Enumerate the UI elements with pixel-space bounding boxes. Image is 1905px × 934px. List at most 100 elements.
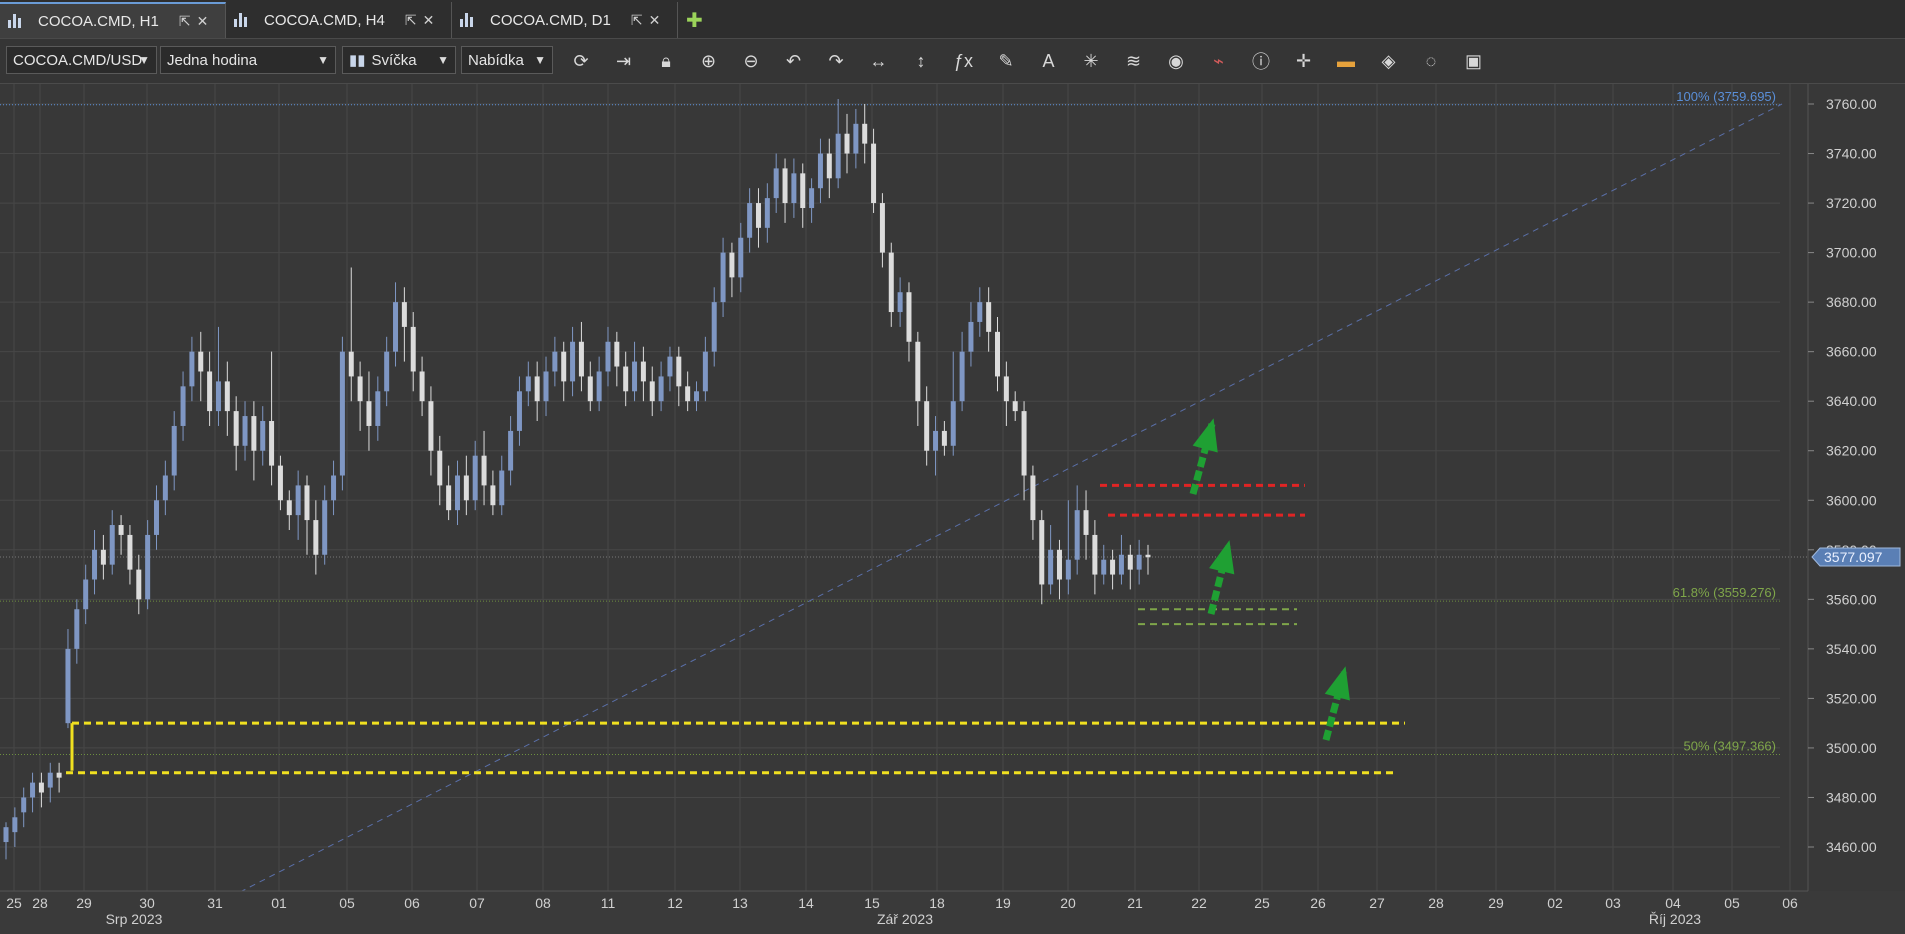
price-side-select[interactable]: Nabídka ▼ xyxy=(461,46,553,74)
info-icon[interactable]: ⓘ xyxy=(1248,48,1274,74)
candle-body xyxy=(490,485,496,506)
chart-type-select[interactable]: ▮▮ Svíčka ▼ xyxy=(342,46,456,74)
text-icon[interactable]: A xyxy=(1036,48,1062,74)
price-tick-label: 3480.00 xyxy=(1826,789,1877,805)
pattern-icon[interactable]: ✳ xyxy=(1078,48,1104,74)
date-tick-label: 06 xyxy=(404,895,420,911)
zoom-out-icon[interactable]: ⊖ xyxy=(738,48,764,74)
candle-body xyxy=(632,361,638,392)
undo-icon[interactable]: ↶ xyxy=(781,48,807,74)
candle-body xyxy=(304,485,310,521)
vertical-scale-icon[interactable]: ↕ xyxy=(908,48,934,74)
close-icon[interactable]: ✕ xyxy=(197,13,209,30)
paint-bucket-icon[interactable]: ◈ xyxy=(1376,48,1402,74)
candle-body xyxy=(189,351,195,387)
candle-body xyxy=(313,520,319,555)
candle-body xyxy=(251,416,257,451)
price-tick-label: 3600.00 xyxy=(1826,492,1877,508)
save-icon[interactable]: ▣ xyxy=(1461,48,1487,74)
candle-body xyxy=(127,534,133,570)
close-icon[interactable]: ✕ xyxy=(649,12,661,29)
candle-body xyxy=(915,341,921,402)
popout-icon[interactable]: ⇱ xyxy=(405,12,417,29)
price-tick-label: 3540.00 xyxy=(1826,641,1877,657)
lock-icon[interactable]: 🔒︎ xyxy=(653,48,679,74)
date-tick-label: 29 xyxy=(1488,895,1504,911)
candle-body xyxy=(1048,549,1054,585)
tab-h1[interactable]: COCOA.CMD, H1 ⇱ ✕ xyxy=(0,2,226,38)
candle-body xyxy=(384,351,390,392)
add-chart-icon[interactable]: ✚ xyxy=(686,8,703,33)
date-tick-label: 06 xyxy=(1782,895,1798,911)
price-tick-label: 3620.00 xyxy=(1826,443,1877,459)
date-tick-label: 19 xyxy=(995,895,1011,911)
month-label: Říj 2023 xyxy=(1649,911,1701,927)
candle-body xyxy=(738,237,744,278)
price-tick-label: 3460.00 xyxy=(1826,839,1877,855)
date-tick-label: 13 xyxy=(732,895,748,911)
candle-body xyxy=(862,123,868,144)
redo-icon[interactable]: ↷ xyxy=(823,48,849,74)
period-select[interactable]: Jedna hodina ▼ xyxy=(160,46,336,74)
price-chart[interactable]: 3760.00 3740.00 3720.00 3700.00 3680.00 3660.… xyxy=(0,84,1905,929)
candle-body xyxy=(667,356,673,377)
chart-type-value: Svíčka xyxy=(371,51,417,69)
candle-body xyxy=(446,485,452,511)
price-tick-label: 3700.00 xyxy=(1826,245,1877,261)
close-icon[interactable]: ✕ xyxy=(423,12,435,29)
candle-body xyxy=(1092,534,1098,575)
tab-h4[interactable]: COCOA.CMD, H4 ⇱ ✕ xyxy=(226,2,452,38)
indicator-fx-icon[interactable]: ƒx xyxy=(951,48,977,74)
candle-body xyxy=(605,341,611,372)
plot-background xyxy=(0,84,1808,891)
candle-body xyxy=(499,470,505,506)
popout-icon[interactable]: ⇱ xyxy=(179,13,191,30)
candle-body xyxy=(941,430,947,446)
candle-body xyxy=(640,361,646,382)
candle-body xyxy=(809,188,815,209)
zoom-in-icon[interactable]: ⊕ xyxy=(696,48,722,74)
chevron-down-icon: ▼ xyxy=(138,53,150,67)
candle-body xyxy=(322,500,328,555)
date-tick-label: 05 xyxy=(339,895,355,911)
candle-body xyxy=(614,341,620,367)
candle-body xyxy=(729,252,735,278)
candle-body xyxy=(180,386,186,426)
tab-label: COCOA.CMD, H4 xyxy=(264,11,385,29)
candle-body xyxy=(791,173,797,204)
alerts-icon[interactable]: ⌁ xyxy=(1206,48,1232,74)
candle-body xyxy=(1065,559,1071,580)
candle-body xyxy=(525,376,531,392)
candle-body xyxy=(578,341,584,377)
pencil-icon[interactable]: ✎ xyxy=(993,48,1019,74)
candle-body xyxy=(12,817,18,833)
color-bar-icon[interactable]: ▬ xyxy=(1333,48,1359,74)
price-tick-label: 3520.00 xyxy=(1826,690,1877,706)
autoscroll-icon[interactable]: ⇥ xyxy=(611,48,637,74)
sync-icon[interactable]: ◌ xyxy=(1418,48,1444,74)
candle-body xyxy=(1039,520,1045,585)
price-tick-label: 3500.00 xyxy=(1826,740,1877,756)
eye-icon[interactable]: ◉ xyxy=(1163,48,1189,74)
candle-body xyxy=(242,416,248,446)
toolbar: COCOA.CMD/USD ▼ Jedna hodina ▼ ▮▮ Svíčka ▼ N… xyxy=(0,39,1905,84)
candle-body xyxy=(260,421,266,451)
horizontal-scale-icon[interactable]: ↔ xyxy=(866,48,892,74)
chart-area[interactable]: 3760.00 3740.00 3720.00 3700.00 3680.00 3660.… xyxy=(0,84,1905,929)
candle-body xyxy=(65,648,71,724)
tab-d1[interactable]: COCOA.CMD, D1 ⇱ ✕ xyxy=(452,2,678,38)
candle-body xyxy=(782,168,788,204)
crosshair-icon[interactable]: ✛ xyxy=(1291,48,1317,74)
layers-icon[interactable]: ≋ xyxy=(1121,48,1147,74)
candle-body xyxy=(136,569,142,600)
candle-body xyxy=(977,302,983,322)
price-tick-label: 3760.00 xyxy=(1826,96,1877,112)
instrument-select[interactable]: COCOA.CMD/USD ▼ xyxy=(6,46,157,74)
candle-body xyxy=(269,421,275,466)
date-tick-label: 31 xyxy=(207,895,223,911)
date-tick-label: 04 xyxy=(1665,895,1681,911)
popout-icon[interactable]: ⇱ xyxy=(631,12,643,29)
refresh-icon[interactable]: ⟳ xyxy=(568,48,594,74)
candle-body xyxy=(800,173,806,209)
candle-body xyxy=(1003,376,1009,402)
